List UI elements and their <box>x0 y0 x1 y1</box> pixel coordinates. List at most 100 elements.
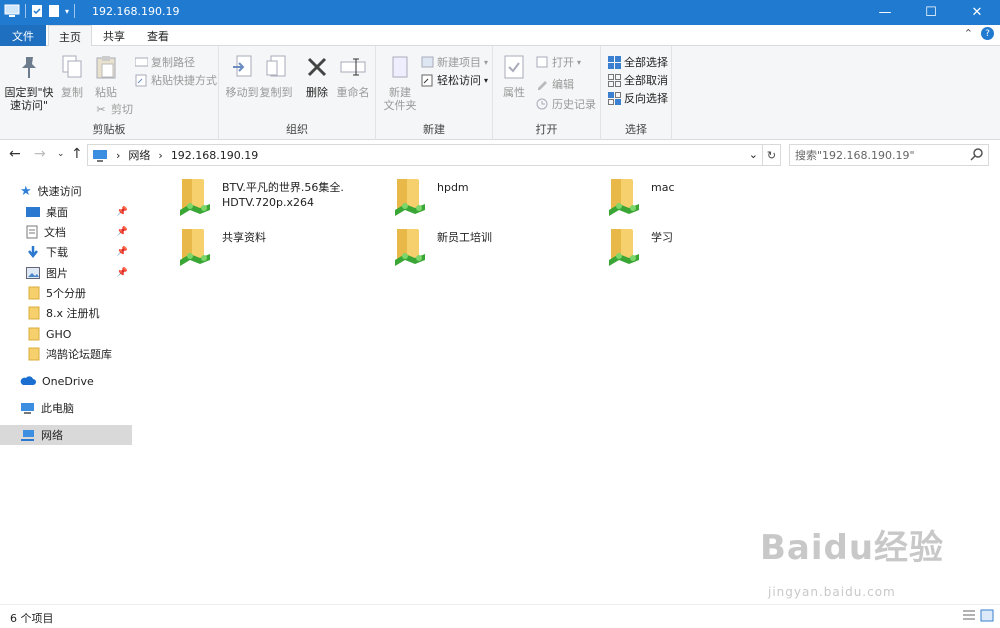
easy-access-button[interactable]: 轻松访问 ▾ <box>420 72 488 88</box>
back-arrow-icon[interactable]: ← <box>9 146 21 162</box>
cut-button[interactable]: ✂ 剪切 <box>94 101 133 117</box>
group-open: 属性 打开 ▾ 编辑 历史记录 打开 <box>493 46 601 140</box>
paste-shortcut-label: 粘贴快捷方式 <box>151 74 217 87</box>
sidebar-item-folder[interactable]: 5个分册 <box>0 283 132 303</box>
tab-file[interactable]: 文件 <box>0 25 46 46</box>
recent-locations-chevron-icon[interactable]: ⌄ <box>57 149 65 159</box>
new-item-button[interactable]: 新建项目 ▾ <box>420 54 488 70</box>
maximize-button[interactable]: ☐ <box>908 0 954 25</box>
address-bar[interactable]: › 网络 › 192.168.190.19 ⌄ <box>87 144 763 166</box>
copy-to-button[interactable]: 复制到 <box>259 52 293 99</box>
collapse-ribbon-icon[interactable]: ⌃ <box>964 27 973 40</box>
new-folder-qat-icon[interactable] <box>48 4 60 18</box>
large-icons-view-icon[interactable] <box>980 609 994 622</box>
tab-share[interactable]: 共享 <box>94 25 134 46</box>
search-input[interactable]: 搜索"192.168.190.19" <box>789 144 989 166</box>
sidebar-label: GHO <box>46 327 72 341</box>
shared-folder-icon <box>180 179 210 216</box>
customize-qat-icon[interactable]: ▾ <box>65 7 69 16</box>
select-all-icon <box>607 55 621 69</box>
move-to-label: 移动到 <box>225 86 259 99</box>
shared-folder-item[interactable]: hpdm <box>393 176 469 216</box>
copy-path-icon <box>134 55 148 69</box>
minimize-button[interactable]: — <box>862 0 908 25</box>
easy-access-icon <box>420 73 434 87</box>
sidebar-item-quick-access[interactable]: ★ 快速访问 <box>0 181 132 201</box>
dropdown-arrow-icon: ▾ <box>484 57 489 67</box>
copy-to-label: 复制到 <box>259 86 293 99</box>
paste-shortcut-button[interactable]: 粘贴快捷方式 <box>134 72 217 88</box>
breadcrumb-network[interactable]: 网络 <box>128 147 150 163</box>
select-none-icon <box>607 73 621 87</box>
delete-x-icon <box>303 52 331 82</box>
invert-selection-button[interactable]: 反向选择 <box>607 90 668 106</box>
sidebar-item-this-pc[interactable]: 此电脑 <box>0 398 132 418</box>
dropdown-arrow-icon: ▾ <box>484 75 489 85</box>
paste-label: 粘贴 <box>95 86 117 99</box>
folder-icon <box>28 347 40 361</box>
details-view-icon[interactable] <box>962 609 976 622</box>
sidebar-item-documents[interactable]: 文档 📌 <box>0 222 132 242</box>
move-to-button[interactable]: 移动到 <box>225 52 259 99</box>
shared-folder-item[interactable]: 新员工培训 <box>393 226 492 266</box>
search-icon[interactable] <box>970 148 983 161</box>
sidebar-item-downloads[interactable]: 下载 📌 <box>0 242 132 262</box>
sidebar-item-folder[interactable]: GHO <box>0 324 132 344</box>
cloud-icon <box>20 376 36 385</box>
select-none-label: 全部取消 <box>624 74 668 87</box>
sidebar-item-pictures[interactable]: 图片 📌 <box>0 263 132 283</box>
shared-folder-item[interactable]: 学习 <box>607 226 673 266</box>
edit-button[interactable]: 编辑 <box>535 76 574 92</box>
sidebar-label: 快速访问 <box>37 185 82 198</box>
help-icon[interactable]: ? <box>981 27 994 40</box>
forward-arrow-icon[interactable]: → <box>34 146 46 162</box>
close-button[interactable]: ✕ <box>954 0 1000 25</box>
breadcrumb-host[interactable]: 192.168.190.19 <box>171 149 258 162</box>
folder-name: mac <box>651 181 675 194</box>
sidebar-item-folder[interactable]: 鸿鹄论坛题库 <box>0 344 132 364</box>
scissors-icon: ✂ <box>96 102 106 116</box>
tab-home[interactable]: 主页 <box>48 25 92 47</box>
shared-folder-item[interactable]: 共享资料 <box>178 226 266 266</box>
invert-selection-icon <box>607 91 621 105</box>
properties-icon[interactable] <box>31 4 43 18</box>
delete-button[interactable]: 删除 <box>303 52 331 99</box>
new-folder-button[interactable]: 新建 文件夹 <box>382 52 418 112</box>
copy-button[interactable]: 复制 <box>58 52 86 99</box>
group-label-open: 打开 <box>535 123 558 136</box>
sidebar-item-desktop[interactable]: 桌面 📌 <box>0 202 132 222</box>
paste-button[interactable]: 粘贴 <box>90 52 122 99</box>
sidebar-item-folder[interactable]: 8.x 注册机 <box>0 303 132 323</box>
ribbon-tabs: 文件 主页 共享 查看 ⌃ ? <box>0 25 1000 47</box>
sidebar-label: 鸿鹄论坛题库 <box>46 348 112 361</box>
shared-folder-item[interactable]: BTV.平凡的世界.56集全. HDTV.720p.x264 <box>178 176 344 216</box>
select-all-button[interactable]: 全部选择 <box>607 54 668 70</box>
copy-to-icon <box>262 52 290 82</box>
up-arrow-icon[interactable]: ↑ <box>71 146 83 162</box>
tab-view[interactable]: 查看 <box>138 25 178 46</box>
folder-icon <box>28 327 40 341</box>
group-new: 新建 文件夹 新建项目 ▾ 轻松访问 ▾ 新建 <box>376 46 493 140</box>
group-clipboard: 固定到"快 速访问" 复制 粘贴 复制路径 粘贴快捷方式 ✂ 剪切 剪贴板 <box>0 46 219 140</box>
sidebar-label: 8.x 注册机 <box>46 307 100 320</box>
search-placeholder: 搜索"192.168.190.19" <box>795 149 915 162</box>
shared-folder-item[interactable]: mac <box>607 176 675 216</box>
history-button[interactable]: 历史记录 <box>535 96 596 112</box>
delete-label: 删除 <box>306 86 328 99</box>
sidebar-item-network[interactable]: 网络 <box>0 425 132 445</box>
watermark-url: jingyan.baidu.com <box>768 585 896 599</box>
rename-button[interactable]: 重命名 <box>335 52 371 99</box>
address-dropdown-icon[interactable]: ⌄ <box>749 148 758 161</box>
group-label-new: 新建 <box>423 123 445 136</box>
copy-label: 复制 <box>61 86 83 99</box>
copy-path-button[interactable]: 复制路径 <box>134 54 195 70</box>
refresh-icon[interactable]: ↻ <box>763 144 781 166</box>
shared-folder-icon <box>180 229 210 266</box>
move-to-icon <box>228 52 256 82</box>
select-none-button[interactable]: 全部取消 <box>607 72 668 88</box>
open-button[interactable]: 打开 ▾ <box>535 54 581 70</box>
properties-button[interactable]: 属性 <box>499 52 529 99</box>
rename-label: 重命名 <box>336 86 370 99</box>
pin-quick-access-button[interactable]: 固定到"快 速访问" <box>4 52 54 112</box>
sidebar-item-onedrive[interactable]: OneDrive <box>0 371 132 391</box>
